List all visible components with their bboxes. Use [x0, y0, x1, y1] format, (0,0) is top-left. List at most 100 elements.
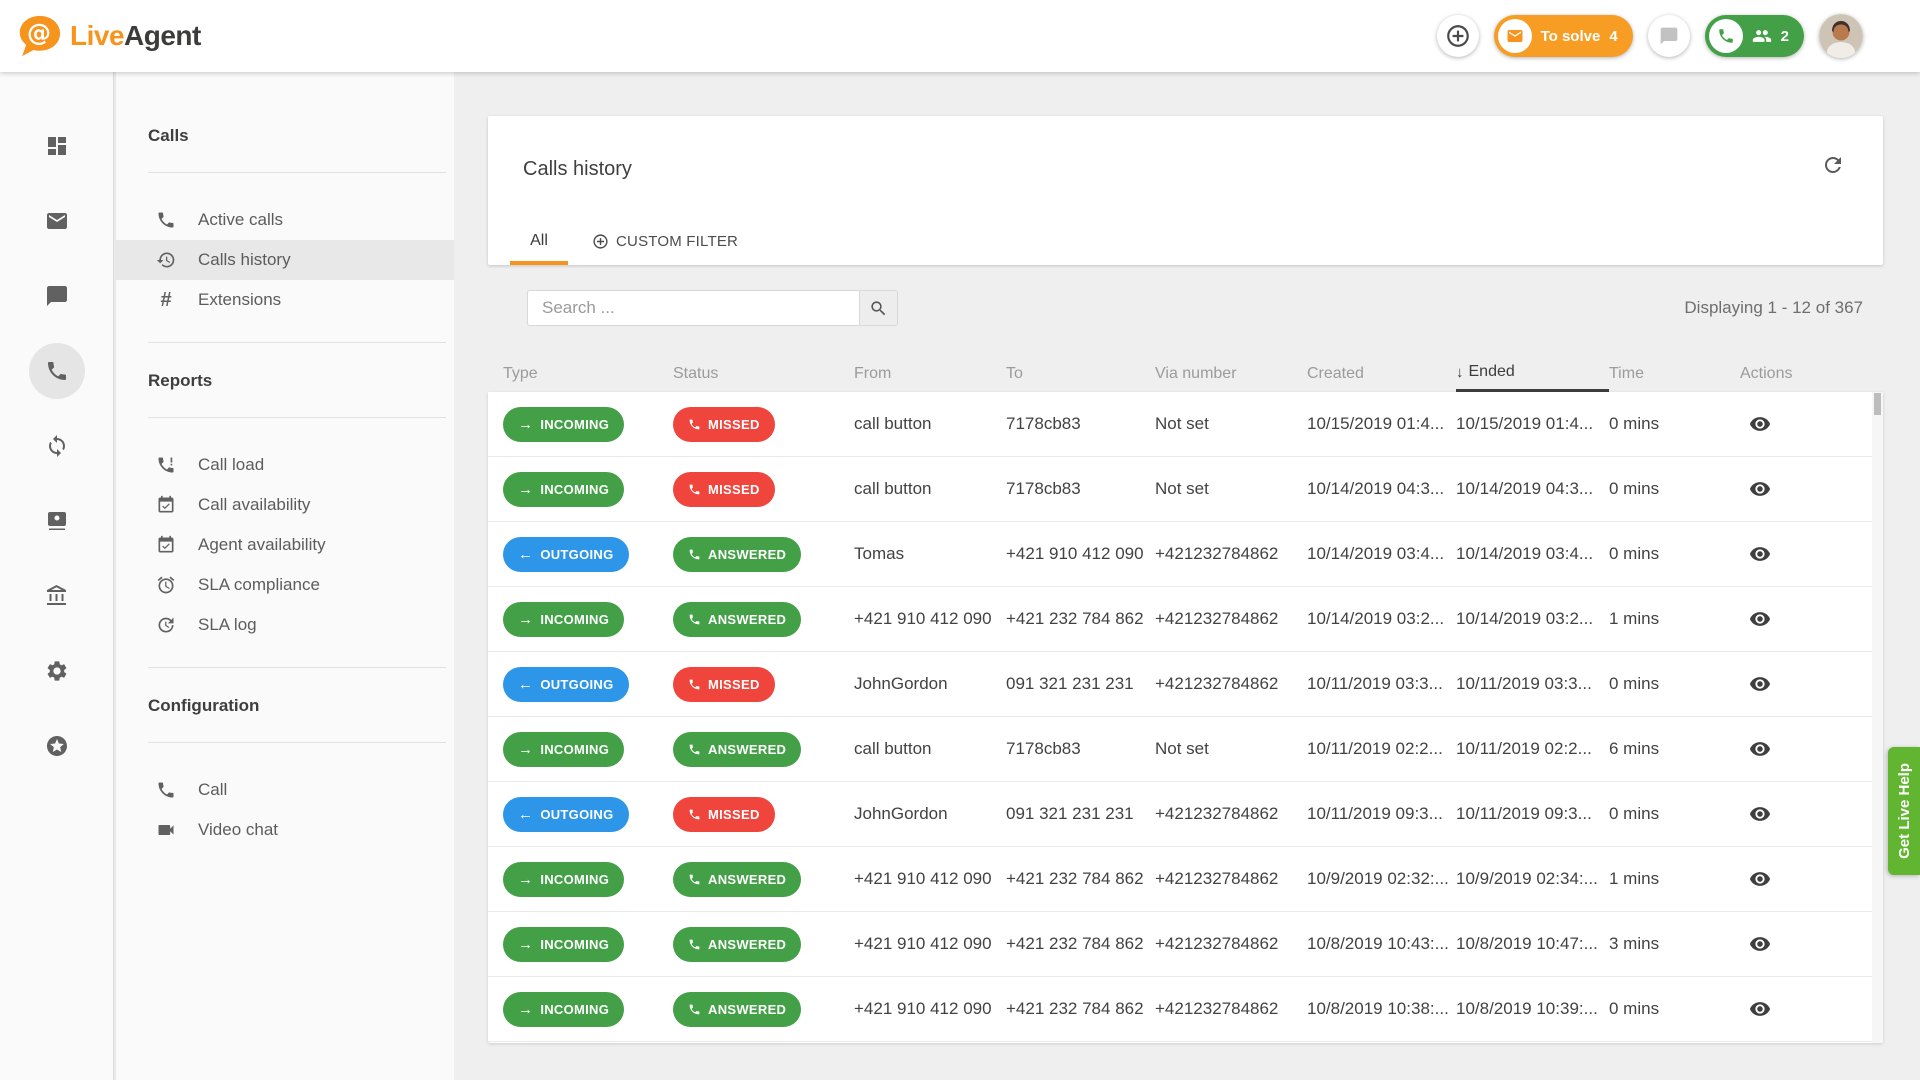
chat-icon: [45, 284, 69, 308]
phone-icon: [1717, 27, 1735, 45]
sidebar-item-sla-log[interactable]: SLA log: [116, 605, 454, 645]
calendar-check-icon: [156, 535, 176, 555]
column-header-label: To: [1006, 365, 1023, 383]
view-call-button[interactable]: [1742, 406, 1778, 442]
rail-item-star[interactable]: [0, 708, 113, 783]
chats-button[interactable]: [1648, 15, 1690, 57]
agents-icon: [1752, 26, 1772, 46]
time-cell: 0 mins: [1609, 804, 1740, 824]
status-cell: ANSWERED: [673, 862, 854, 897]
logo-bubble-icon: @: [14, 13, 62, 59]
sidebar-item-label: SLA compliance: [198, 575, 320, 595]
calls-online-button[interactable]: 2: [1705, 15, 1804, 57]
tab-custom-filter[interactable]: CUSTOM FILTER: [592, 217, 738, 265]
table-row: →INCOMINGANSWERED+421 910 412 090+421 23…: [488, 912, 1872, 977]
rail-item-contact-card[interactable]: [0, 483, 113, 558]
ended-cell: 10/8/2019 10:39:...: [1456, 999, 1609, 1019]
to-solve-count: 4: [1609, 28, 1617, 45]
arrow-right-icon: →: [518, 742, 533, 757]
to-cell: +421 232 784 862: [1006, 999, 1155, 1019]
refresh-button[interactable]: [1820, 152, 1846, 178]
actions-cell: [1740, 731, 1872, 767]
view-call-button[interactable]: [1742, 861, 1778, 897]
view-call-button[interactable]: [1742, 536, 1778, 572]
to-cell: +421 232 784 862: [1006, 869, 1155, 889]
view-call-button[interactable]: [1742, 991, 1778, 1027]
column-header-via-number[interactable]: Via number: [1155, 355, 1307, 392]
nav-section-title: Configuration: [148, 696, 454, 716]
avatar[interactable]: [1819, 14, 1863, 58]
sidebar-item-active-calls[interactable]: Active calls: [116, 200, 454, 240]
status-cell: MISSED: [673, 797, 854, 832]
add-new-button[interactable]: [1437, 15, 1479, 57]
get-live-help-tab[interactable]: Get Live Help: [1888, 747, 1920, 875]
created-cell: 10/8/2019 10:38:...: [1307, 999, 1456, 1019]
column-header-ended[interactable]: ↓Ended: [1456, 355, 1609, 392]
time-cell: 0 mins: [1609, 674, 1740, 694]
divider: [148, 342, 446, 343]
column-header-created[interactable]: Created: [1307, 355, 1456, 392]
phone-icon: [688, 418, 701, 431]
sidebar-item-video-chat[interactable]: Video chat: [116, 810, 454, 850]
arrow-right-icon: →: [518, 612, 533, 627]
rail-item-chat[interactable]: [0, 258, 113, 333]
rail-item-phone[interactable]: [0, 333, 113, 408]
sidebar-item-calls-history[interactable]: Calls history: [116, 240, 454, 280]
view-call-button[interactable]: [1742, 796, 1778, 832]
actions-cell: [1740, 406, 1872, 442]
rail-item-bank[interactable]: [0, 558, 113, 633]
rail-item-dashboard[interactable]: [0, 108, 113, 183]
view-call-button[interactable]: [1742, 926, 1778, 962]
actions-cell: [1740, 536, 1872, 572]
tab-all[interactable]: All: [510, 217, 568, 265]
type-badge: →INCOMING: [503, 862, 624, 897]
phone-icon: [688, 678, 701, 691]
column-header-type[interactable]: Type: [503, 355, 673, 392]
type-badge-label: OUTGOING: [540, 677, 613, 692]
view-call-button[interactable]: [1742, 601, 1778, 637]
sidebar-item-label: SLA log: [198, 615, 257, 635]
sidebar-item-call-load[interactable]: Call load: [116, 445, 454, 485]
refresh-icon: [1821, 153, 1845, 177]
search-button[interactable]: [859, 291, 897, 325]
view-call-button[interactable]: [1742, 666, 1778, 702]
sidebar-item-label: Active calls: [198, 210, 283, 230]
sidebar-item-call[interactable]: Call: [116, 770, 454, 810]
type-badge: →INCOMING: [503, 927, 624, 962]
rail-item-gear[interactable]: [0, 633, 113, 708]
view-call-button[interactable]: [1742, 731, 1778, 767]
to-solve-button[interactable]: To solve 4: [1494, 15, 1633, 57]
sidebar-item-agent-availability[interactable]: Agent availability: [116, 525, 454, 565]
mail-icon: [1506, 27, 1524, 45]
ended-cell: 10/15/2019 01:4...: [1456, 414, 1609, 434]
update-icon: [156, 615, 176, 635]
page-title: Calls history: [523, 158, 632, 181]
scrollbar-thumb[interactable]: [1874, 393, 1881, 415]
column-header-time[interactable]: Time: [1609, 355, 1740, 392]
arrow-left-icon: ←: [518, 547, 533, 562]
sidebar-item-sla-compliance[interactable]: SLA compliance: [116, 565, 454, 605]
eye-icon: [1749, 413, 1771, 435]
icon-rail: [0, 72, 114, 1080]
status-badge-label: ANSWERED: [708, 1002, 786, 1017]
column-header-to[interactable]: To: [1006, 355, 1155, 392]
rail-item-sync[interactable]: [0, 408, 113, 483]
search-input[interactable]: [528, 291, 859, 325]
rail-item-mail[interactable]: [0, 183, 113, 258]
sidebar-item-extensions[interactable]: #Extensions: [116, 280, 454, 320]
ended-cell: 10/11/2019 03:3...: [1456, 674, 1609, 694]
view-call-button[interactable]: [1742, 471, 1778, 507]
column-header-actions[interactable]: Actions: [1740, 355, 1872, 392]
column-header-label: Created: [1307, 365, 1364, 383]
via-cell: +421232784862: [1155, 999, 1307, 1019]
sidebar-item-call-availability[interactable]: Call availability: [116, 485, 454, 525]
ended-cell: 10/8/2019 10:47:...: [1456, 934, 1609, 954]
status-badge: MISSED: [673, 407, 775, 442]
column-header-status[interactable]: Status: [673, 355, 854, 392]
status-badge-label: ANSWERED: [708, 547, 786, 562]
type-cell: →INCOMING: [503, 407, 673, 442]
column-header-from[interactable]: From: [854, 355, 1006, 392]
videocam-icon: [156, 820, 176, 840]
type-badge-label: INCOMING: [540, 872, 609, 887]
history-icon: [156, 250, 176, 270]
